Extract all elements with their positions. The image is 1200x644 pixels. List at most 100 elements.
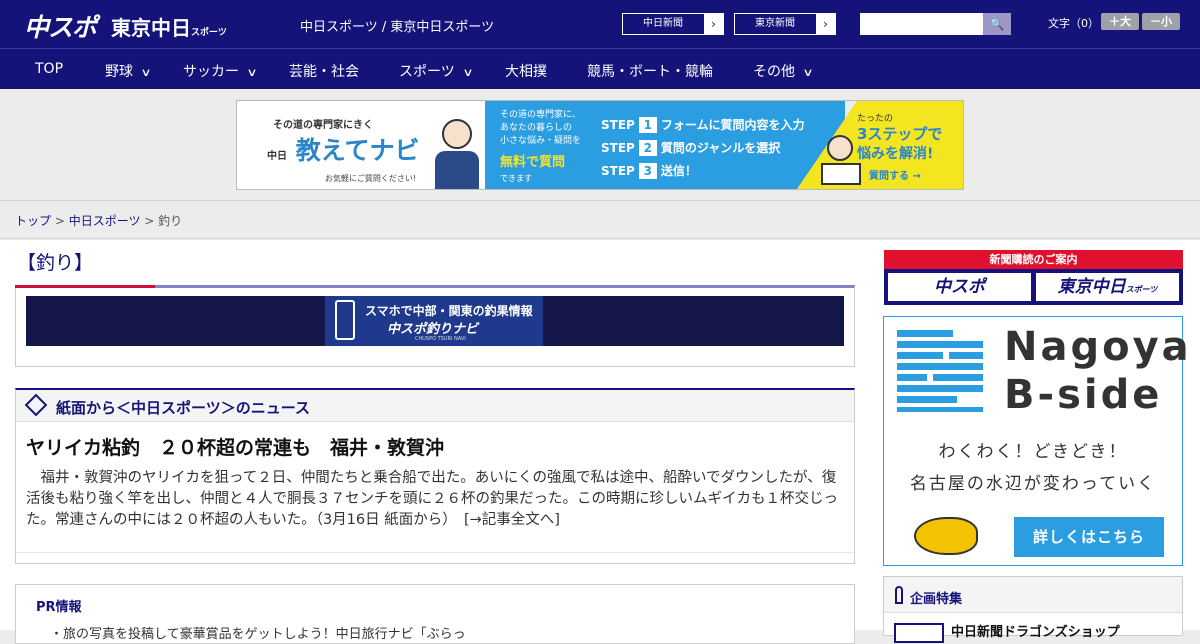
breadcrumb-chunichi-sports[interactable]: 中日スポーツ [69, 214, 141, 228]
nav-item-sumo[interactable]: 大相撲 [505, 61, 547, 81]
tsuri-navi-line1: スマホで中部・関東の釣果情報 [365, 304, 533, 318]
header-bar: 中スポ 東京中日スポーツ 中日スポーツ / 東京中日スポーツ 中日新聞 › 東京… [0, 0, 1200, 48]
ad-free-label: 無料で質問 [500, 155, 566, 170]
chuspo-logo[interactable]: 中スポ [24, 8, 97, 44]
ad-tagline: その道の専門家にきく [273, 120, 373, 131]
nagoya-bside-logo-line2: B-side [1004, 372, 1163, 418]
ribbon-icon [895, 586, 903, 604]
subscription-title: 新聞購読のご案内 [884, 250, 1183, 269]
breadcrumb-current: 釣り [158, 214, 183, 228]
ad-step-3: STEP 3 送信！ [601, 162, 697, 179]
nagoya-bside-logo: Nagoya B-side [1004, 323, 1192, 419]
nagoya-bside-details-button[interactable]: 詳しくはこちら [1014, 517, 1164, 557]
tsuri-navi-line3: CHUSPO TSURI NAVI [415, 336, 466, 342]
nav-item-top[interactable]: TOP [35, 61, 63, 77]
special-features-title: 企画特集 [910, 592, 963, 607]
breadcrumb-separator: > [51, 214, 69, 228]
nagoya-bside-line2: 名古屋の水辺が変わっていく [909, 474, 1157, 494]
tokyo-chunichi-logo-small: スポーツ [191, 28, 227, 38]
ad-step-2: STEP 2 質問のジャンルを選択 [601, 139, 780, 156]
chevron-down-icon: ∨ [802, 66, 814, 79]
subscribe-tokyo-small: スポーツ [1125, 285, 1158, 294]
subscribe-chuspo-button[interactable]: 中スポ [888, 273, 1031, 301]
oshiete-navi-ad[interactable]: その道の専門家にきく 中日 教えてナビ お気軽にご質問ください! その道の専門家… [236, 100, 964, 190]
article-body: 福井・敦賀沖のヤリイカを狙って２日、仲間たちと乗合船で出た。あいにくの強風で私は… [26, 468, 846, 531]
news-section: 紙面から＜中日スポーツ＞のニュース ヤリイカ粘釣 ２０杯超の常連も 福井・敦賀沖… [15, 388, 855, 564]
special-features-header: 企画特集 [884, 577, 1182, 613]
font-bigger-button[interactable]: ＋大 [1101, 13, 1139, 30]
search-icon: 🔍 [989, 17, 1005, 31]
nav-item-soccer[interactable]: サッカー ∨ [183, 61, 258, 81]
ad-right-text: 悩みを解消! [857, 146, 934, 162]
ad-brand-main: 教えてナビ [295, 136, 420, 165]
box-accent [15, 285, 155, 288]
chevron-down-icon: ∨ [246, 66, 258, 79]
chevron-right-icon: › [704, 14, 723, 34]
ad-right-text: 3ステップで [857, 125, 943, 143]
search-button[interactable]: 🔍 [983, 13, 1011, 35]
tsuri-navi-banner[interactable]: スマホで中部・関東の釣果情報 中スポ釣りナビ CHUSPO TSURI NAVI [26, 296, 844, 346]
nagoya-bside-logo-mark [897, 330, 983, 412]
step-number: 3 [638, 163, 657, 179]
article-title[interactable]: ヤリイカ粘釣 ２０杯超の常連も 福井・敦賀沖 [26, 433, 444, 460]
page-title: 【釣り】 [17, 252, 94, 274]
ad-brand-small: 中日 [267, 151, 287, 162]
logo-bar [897, 352, 943, 359]
subscribe-tokyo-button[interactable]: 東京中日スポーツ [1036, 273, 1179, 301]
breadcrumb-separator: > [140, 214, 159, 228]
chunichi-shimbun-link[interactable]: 中日新聞 › [622, 13, 724, 35]
nav-item-entertainment[interactable]: 芸能・社会 [289, 61, 359, 81]
nav-item-keiba[interactable]: 競馬・ボート・競輪 [587, 61, 713, 81]
ad-brand: 中日 教えてナビ [267, 131, 419, 167]
logo-bar [897, 396, 957, 403]
tokyo-shimbun-label: 東京新聞 [755, 18, 795, 29]
nagoya-bside-line1: わくわく！どきどき！ [938, 442, 1128, 462]
step-text: 質問のジャンルを選択 [660, 141, 781, 155]
nav-label: サッカー [183, 64, 239, 80]
pr-link[interactable]: ・旅の写真を投稿して豪華賞品をゲットしよう！中日旅行ナビ「ぶらっ [50, 623, 466, 642]
font-smaller-button[interactable]: －小 [1142, 13, 1180, 30]
nav-label: 芸能・社会 [289, 64, 359, 80]
fried-shrimp-mascot-icon [914, 517, 978, 555]
person-illustration [827, 135, 853, 161]
main-nav: TOP 野球 ∨ サッカー ∨ 芸能・社会 スポーツ ∨ 大相撲 競馬・ボート・競輪 … [0, 48, 1200, 89]
pr-section: PR情報 ・旅の写真を投稿して豪華賞品をゲットしよう！中日旅行ナビ「ぶらっ [15, 584, 855, 644]
logo-bar [897, 341, 983, 348]
laptop-illustration [821, 163, 861, 185]
smartphone-icon [335, 300, 355, 340]
dragons-shop-thumbnail[interactable] [894, 623, 944, 643]
chevron-down-icon: ∨ [462, 66, 474, 79]
nav-item-sports[interactable]: スポーツ ∨ [399, 61, 474, 81]
nav-label: スポーツ [399, 64, 455, 80]
ad-question-line: あなたの暮らしの [500, 123, 573, 133]
search-input[interactable] [860, 13, 983, 35]
breadcrumb-top[interactable]: トップ [15, 214, 51, 228]
tsuri-banner-box: スマホで中部・関東の釣果情報 中スポ釣りナビ CHUSPO TSURI NAVI [15, 285, 855, 367]
nagoya-bside-ad[interactable]: Nagoya B-side わくわく！どきどき！ 名古屋の水辺が変わっていく 詳… [883, 316, 1189, 566]
ad-question-button[interactable]: 質問する → [869, 167, 921, 182]
read-more-link[interactable]: [→記事全文へ] [464, 512, 560, 528]
step-label: STEP [601, 141, 635, 155]
nav-label: 競馬・ボート・競輪 [587, 64, 713, 80]
nav-item-other[interactable]: その他 ∨ [753, 61, 814, 81]
dragons-shop-link[interactable]: 中日新聞ドラゴンズショップ [951, 621, 1120, 640]
special-features-box: 企画特集 中日新聞ドラゴンズショップ [883, 576, 1183, 643]
ad-middle-panel: その道の専門家に、 あなたの暮らしの 小さな悩み・疑問を 無料で質問 できます … [485, 101, 845, 189]
logo-bar [897, 363, 983, 370]
tsuri-navi-inner: スマホで中部・関東の釣果情報 中スポ釣りナビ CHUSPO TSURI NAVI [325, 296, 543, 346]
tokyo-chunichi-logo[interactable]: 東京中日スポーツ [111, 12, 227, 41]
tokyo-shimbun-link[interactable]: 東京新聞 › [734, 13, 836, 35]
logo-bar [949, 352, 983, 359]
chevron-down-icon: ∨ [140, 66, 152, 79]
nav-item-baseball[interactable]: 野球 ∨ [105, 61, 152, 81]
news-section-header: 紙面から＜中日スポーツ＞のニュース [16, 390, 854, 422]
logo-bar [897, 407, 983, 412]
person-illustration [442, 119, 472, 149]
step-number: 2 [638, 140, 657, 156]
chunichi-shimbun-label: 中日新聞 [643, 18, 683, 29]
ad-can-label: できます [500, 174, 532, 183]
logo-bar [897, 374, 927, 381]
step-text: フォームに質問内容を入力 [660, 118, 805, 132]
nav-label: TOP [35, 61, 64, 77]
logo-bar [933, 374, 983, 381]
